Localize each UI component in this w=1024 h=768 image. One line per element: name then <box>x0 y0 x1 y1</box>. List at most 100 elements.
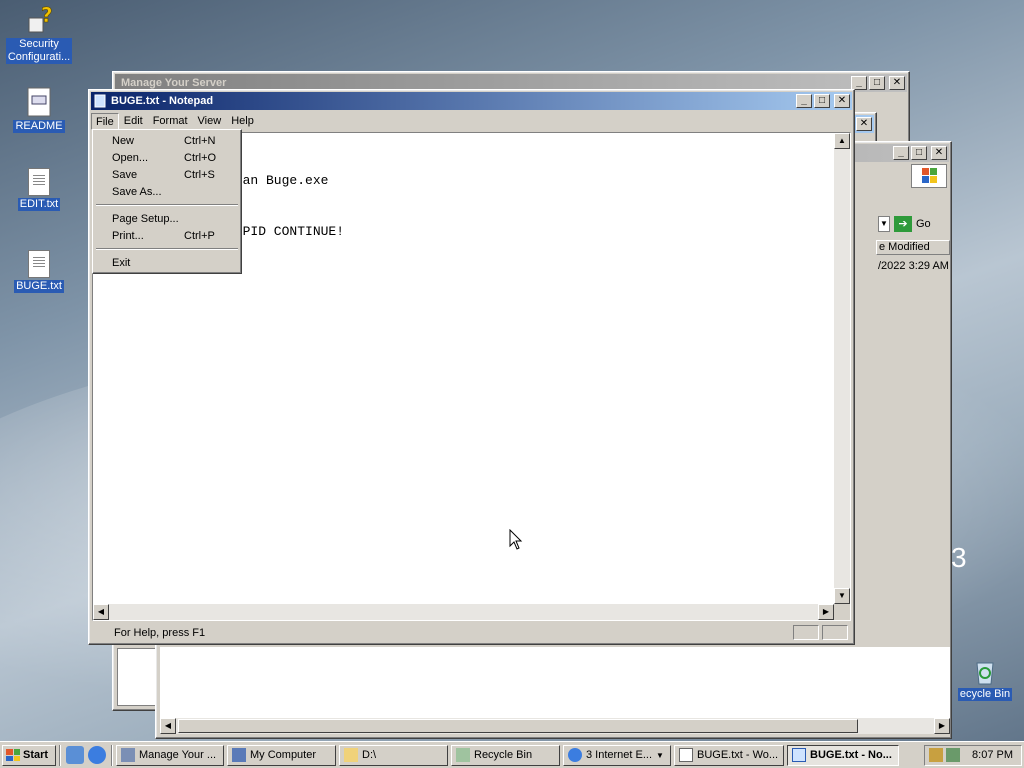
go-arrow-icon: ➔ <box>894 216 912 232</box>
notepad-icon <box>792 748 806 762</box>
taskbar-button-drive-d[interactable]: D:\ <box>339 744 448 766</box>
scroll-up-icon[interactable]: ▲ <box>834 133 850 149</box>
tray-network-icon[interactable] <box>946 748 961 762</box>
taskbar-button-wordpad[interactable]: BUGE.txt - Wo... <box>674 744 784 766</box>
internet-explorer-icon <box>568 748 582 762</box>
minimize-button[interactable]: _ <box>851 76 867 90</box>
scroll-left-icon[interactable]: ◀ <box>93 604 109 620</box>
panel <box>117 648 157 706</box>
recycle-bin-icon <box>976 662 994 685</box>
desktop-icon-recycle-bin[interactable]: ecycle Bin <box>948 656 1022 701</box>
maximize-button[interactable]: □ <box>911 146 927 160</box>
horizontal-scrollbar[interactable]: ◀ ▶ <box>160 718 950 734</box>
server-manager-quicklaunch-icon[interactable] <box>66 746 84 764</box>
internet-explorer-quicklaunch-icon[interactable] <box>88 746 106 764</box>
menu-item-exit[interactable]: Exit <box>95 254 239 271</box>
vertical-scrollbar[interactable]: ▲ ▼ <box>834 133 850 604</box>
go-button[interactable]: ➔ Go <box>894 216 931 232</box>
menu-item-label: Page Setup... <box>112 212 179 225</box>
start-button[interactable]: Start <box>2 744 56 766</box>
server-icon <box>121 748 135 762</box>
taskbar-separator <box>59 744 61 766</box>
menu-item-label: Print... <box>112 229 144 242</box>
close-button[interactable]: ✕ <box>931 146 947 160</box>
desktop-icon-buge-txt[interactable]: BUGE.txt <box>2 250 76 293</box>
chevron-down-icon[interactable]: ▼ <box>878 216 890 232</box>
desktop-fragment-text: 3 <box>951 542 967 573</box>
clock[interactable]: 8:07 PM <box>972 749 1013 761</box>
menu-format[interactable]: Format <box>148 113 193 130</box>
menu-item-shortcut: Ctrl+O <box>184 151 217 164</box>
close-button[interactable]: ✕ <box>889 76 905 90</box>
file-menu-dropdown: New Ctrl+N Open... Ctrl+O Save Ctrl+S Save … <box>92 129 242 274</box>
windows-logo <box>911 164 947 188</box>
taskbar-button-my-computer[interactable]: My Computer <box>227 744 336 766</box>
recycle-bin-icon <box>456 748 470 762</box>
menu-item-open[interactable]: Open... Ctrl+O <box>95 149 239 166</box>
menu-item-page-setup[interactable]: Page Setup... <box>95 210 239 227</box>
size-grip[interactable] <box>834 604 850 620</box>
minimize-button[interactable]: _ <box>893 146 909 160</box>
window-title: BUGE.txt - Notepad <box>111 95 214 107</box>
menu-item-save-as[interactable]: Save As... <box>95 183 239 200</box>
scroll-thumb[interactable] <box>178 719 858 733</box>
notepad-titlebar[interactable]: BUGE.txt - Notepad _ □ ✕ <box>91 92 852 110</box>
desktop-icon-label: ecycle Bin <box>957 688 1013 701</box>
close-button[interactable]: ✕ <box>834 94 850 108</box>
taskbar-button-internet-explorer-group[interactable]: 3 Internet E... ▼ <box>563 744 671 766</box>
maximize-button[interactable]: □ <box>814 94 830 108</box>
taskbar-button-notepad[interactable]: BUGE.txt - No... <box>787 744 899 766</box>
chevron-down-icon: ▼ <box>656 750 664 760</box>
window-title: Manage Your Server <box>121 77 227 89</box>
menu-item-new[interactable]: New Ctrl+N <box>95 132 239 149</box>
menu-item-label: Save <box>112 168 138 181</box>
scroll-right-icon[interactable]: ▶ <box>818 604 834 620</box>
column-header-modified[interactable]: e Modified <box>876 240 950 255</box>
minimize-button[interactable]: _ <box>796 94 812 108</box>
menu-help[interactable]: Help <box>226 113 259 130</box>
desktop-icon-label: Security Configurati... <box>5 38 73 64</box>
desktop-icon-edit-txt[interactable]: EDIT.txt <box>2 168 76 211</box>
folder-icon <box>344 748 358 762</box>
windows-flag-icon <box>6 749 20 761</box>
taskbar-button-label: 3 Internet E... <box>586 749 653 761</box>
menu-item-label: Open... <box>112 151 149 164</box>
status-cell <box>793 625 819 640</box>
desktop-icon-label: README <box>13 120 65 133</box>
menu-item-print[interactable]: Print... Ctrl+P <box>95 227 239 244</box>
security-config-icon: ? <box>28 4 53 33</box>
computer-icon <box>232 748 246 762</box>
scroll-right-icon[interactable]: ▶ <box>934 718 950 734</box>
menu-item-label: New <box>112 134 135 147</box>
mouse-cursor-icon <box>509 529 523 550</box>
scroll-left-icon[interactable]: ◀ <box>160 718 176 734</box>
taskbar-button-recycle-bin[interactable]: Recycle Bin <box>451 744 560 766</box>
taskbar-button-label: Recycle Bin <box>474 749 533 761</box>
desktop-icon-label: BUGE.txt <box>14 280 64 293</box>
menu-edit[interactable]: Edit <box>119 113 148 130</box>
go-label: Go <box>916 218 931 230</box>
menu-file[interactable]: File <box>91 112 119 130</box>
taskbar-button-manage-server[interactable]: Manage Your ... <box>116 744 224 766</box>
maximize-button[interactable]: □ <box>869 76 885 90</box>
address-go-area[interactable]: ▼ ➔ Go <box>878 216 931 232</box>
scroll-down-icon[interactable]: ▼ <box>834 588 850 604</box>
taskbar-button-label: D:\ <box>362 749 377 761</box>
notepad-icon <box>94 94 106 108</box>
taskbar-button-label: BUGE.txt - No... <box>810 749 892 761</box>
menu-item-save[interactable]: Save Ctrl+S <box>95 166 239 183</box>
close-button[interactable]: ✕ <box>856 117 872 131</box>
menu-item-shortcut: Ctrl+S <box>184 168 215 181</box>
tray-security-icon[interactable] <box>929 748 944 762</box>
start-label: Start <box>23 749 49 761</box>
wordpad-icon <box>679 748 693 762</box>
menu-separator <box>96 248 238 250</box>
desktop-icon-readme[interactable]: README <box>2 86 76 133</box>
text-file-icon <box>28 250 50 278</box>
horizontal-scrollbar[interactable]: ◀ ▶ <box>93 604 834 620</box>
menu-separator <box>96 204 238 206</box>
svg-text:?: ? <box>41 4 53 27</box>
desktop-icon-security-configuration[interactable]: ? Security Configurati... <box>2 4 76 64</box>
menu-bar: File Edit Format View Help <box>89 112 854 130</box>
menu-view[interactable]: View <box>193 113 227 130</box>
